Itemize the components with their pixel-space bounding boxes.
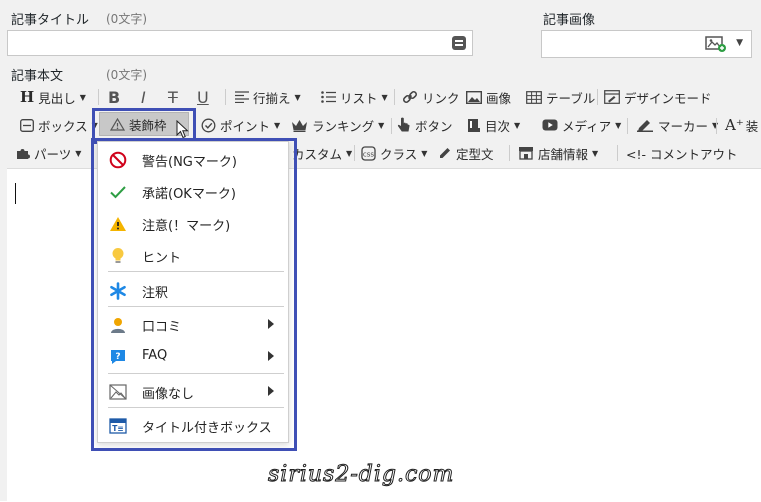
chevron-down-icon: ▼ <box>294 92 301 102</box>
strikethrough-button[interactable]: T <box>168 85 178 109</box>
chevron-down-icon: ▼ <box>736 38 743 48</box>
title-input[interactable] <box>7 30 473 56</box>
store-info-button[interactable]: 店舗情報 ▼ <box>518 141 598 165</box>
toolbar-divider <box>627 118 628 134</box>
chevron-down-icon: ▼ <box>592 148 599 158</box>
design-mode-icon <box>604 90 620 104</box>
toolbar-divider <box>391 118 392 134</box>
input-menu-icon[interactable] <box>452 36 466 50</box>
decoration-button[interactable]: A⁺ 装 <box>725 113 758 137</box>
check-circle-icon <box>201 118 216 133</box>
align-left-icon <box>235 91 249 103</box>
image-icon <box>466 90 482 104</box>
chevron-down-icon: ▼ <box>514 120 521 130</box>
parts-button[interactable]: パーツ ▼ <box>16 141 81 165</box>
play-video-icon <box>542 119 558 131</box>
comment-out-button[interactable]: <!- コメントアウト <box>626 141 737 165</box>
svg-text:css: css <box>363 150 374 158</box>
italic-button[interactable]: I <box>141 85 146 109</box>
align-button[interactable]: 行揃え ▼ <box>235 85 301 109</box>
chevron-down-icon: ▼ <box>274 120 281 130</box>
add-image-icon <box>705 36 726 52</box>
link-button[interactable]: リンク <box>402 85 460 109</box>
toolbar-divider <box>597 89 598 105</box>
table-icon <box>526 90 542 104</box>
media-button[interactable]: メディア ▼ <box>542 113 621 137</box>
dropdown-highlight <box>91 138 297 451</box>
pointer-hand-icon <box>397 117 411 133</box>
chevron-down-icon: ▼ <box>615 120 622 130</box>
title-char-count: (0文字) <box>106 12 147 26</box>
custom-button[interactable]: カスタム ▼ <box>292 141 352 165</box>
list-icon <box>321 91 336 103</box>
puzzle-icon <box>16 146 30 160</box>
button-button[interactable]: ボタン <box>397 113 453 137</box>
box-icon <box>20 118 34 132</box>
font-size-icon: A⁺ <box>725 116 744 134</box>
title-label: 記事タイトル <box>11 13 90 28</box>
ranking-button[interactable]: ランキング ▼ <box>291 113 384 137</box>
heading-button[interactable]: H 見出し ▼ <box>20 85 86 109</box>
body-char-count: (0文字) <box>106 68 147 82</box>
bookmark-icon <box>467 118 481 133</box>
image-label: 記事画像 <box>543 13 596 28</box>
chevron-down-icon: ▼ <box>421 148 428 158</box>
toolbar-divider <box>617 145 618 161</box>
heading-icon: H <box>20 88 35 106</box>
table-button[interactable]: テーブル <box>526 85 595 109</box>
toc-button[interactable]: 目次 ▼ <box>467 113 520 137</box>
pencil-icon <box>438 146 452 160</box>
chevron-down-icon: ▼ <box>75 148 82 158</box>
css-class-icon: css <box>361 145 376 161</box>
chevron-down-icon: ▼ <box>381 92 388 102</box>
toolbar-divider <box>716 118 717 134</box>
toolbar-divider <box>394 89 395 105</box>
toolbar-divider <box>225 89 226 105</box>
store-icon <box>518 146 534 160</box>
bold-button[interactable]: B <box>108 85 120 109</box>
crown-icon <box>291 119 308 132</box>
list-button[interactable]: リスト ▼ <box>321 85 388 109</box>
design-mode-button[interactable]: デザインモード <box>604 85 712 109</box>
chevron-down-icon: ▼ <box>378 120 385 130</box>
toolbar-row-1: H 見出し ▼ B I T U 行揃え ▼ リスト ▼ リンク 画像 テーブル … <box>7 84 761 110</box>
chevron-down-icon: ▼ <box>79 92 86 102</box>
image-button[interactable]: 画像 <box>466 85 511 109</box>
text-caret <box>15 183 16 204</box>
chevron-down-icon: ▼ <box>346 148 353 158</box>
mouse-cursor-icon <box>176 120 189 139</box>
marker-button[interactable]: マーカー▼ <box>636 113 718 137</box>
box-button[interactable]: ボックス ▼ <box>20 113 98 137</box>
toolbar-divider <box>509 145 510 161</box>
class-button[interactable]: css クラス ▼ <box>361 141 427 165</box>
watermark: sirius2-dig.com <box>267 462 455 488</box>
body-label: 記事本文 <box>11 69 64 84</box>
underline-button[interactable]: U <box>197 85 209 109</box>
toolbar-divider <box>98 89 99 105</box>
point-button[interactable]: ポイント ▼ <box>201 113 280 137</box>
template-button[interactable]: 定型文 <box>438 141 494 165</box>
image-picker[interactable]: ▼ <box>541 30 752 58</box>
toolbar-divider <box>354 145 355 161</box>
link-icon <box>402 89 418 105</box>
highlighter-icon <box>636 118 654 132</box>
